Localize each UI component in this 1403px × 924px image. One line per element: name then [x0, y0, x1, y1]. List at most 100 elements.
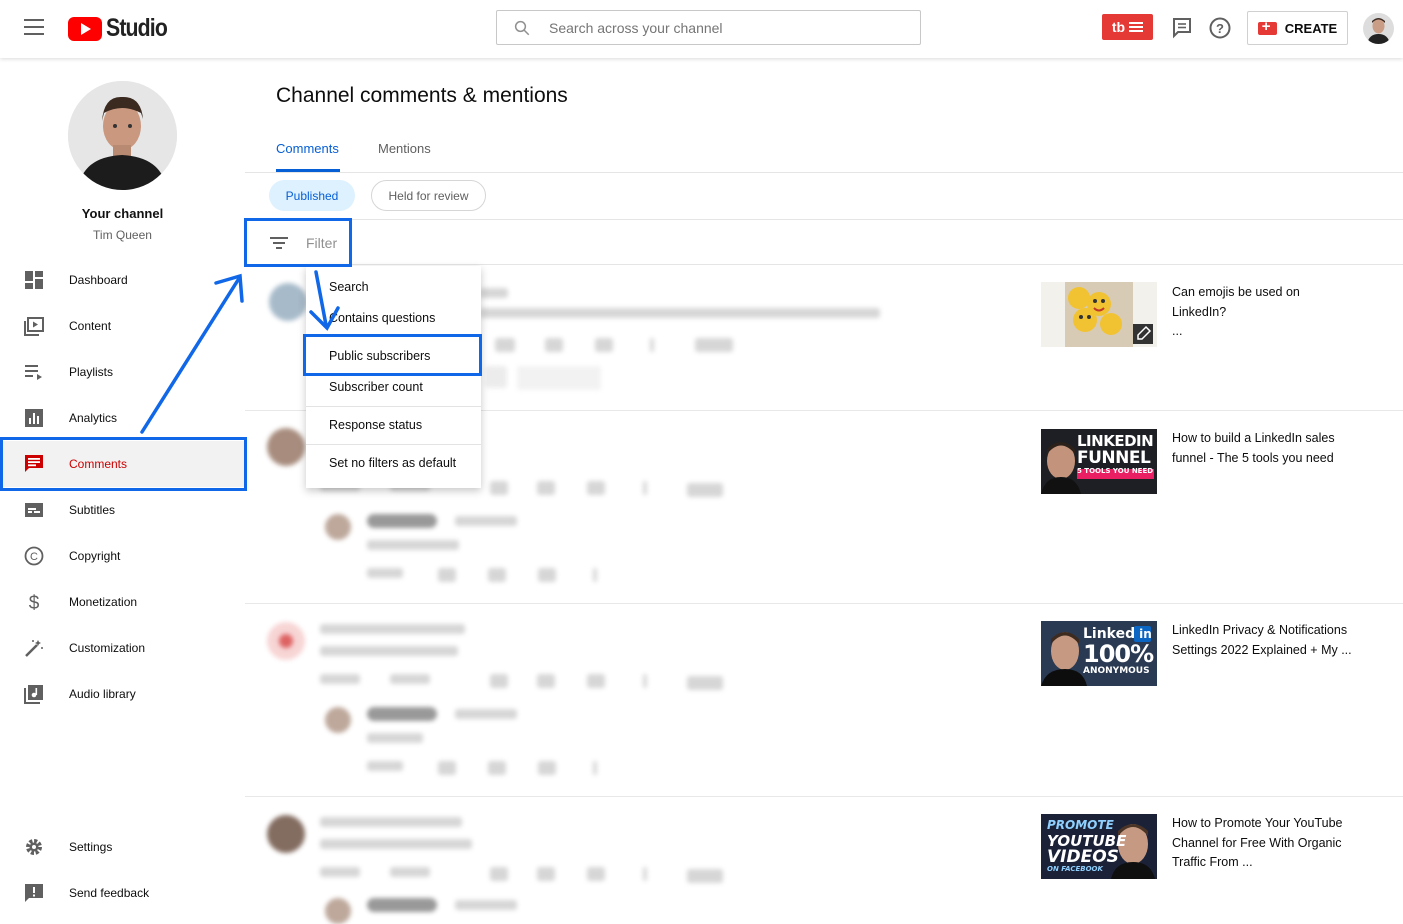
- list-item: [587, 674, 605, 688]
- commenter-avatar[interactable]: [267, 428, 305, 466]
- reply-avatar[interactable]: [325, 898, 351, 924]
- list-item: [643, 674, 647, 688]
- sidebar-item-label: Analytics: [69, 411, 118, 425]
- sidebar-item-label: Send feedback: [69, 886, 150, 900]
- video-title[interactable]: How to Promote Your YouTube Channel for …: [1172, 814, 1352, 873]
- studio-logo[interactable]: Studio: [68, 14, 178, 43]
- video-title[interactable]: How to build a LinkedIn sales funnel - T…: [1172, 429, 1352, 468]
- video-thumbnail[interactable]: LINKEDIN FUNNEL 5 TOOLS YOU NEED: [1041, 429, 1157, 494]
- thumb-text: 100%: [1083, 640, 1154, 668]
- filter-label[interactable]: Filter: [306, 235, 337, 251]
- tab-mentions[interactable]: Mentions: [378, 141, 431, 156]
- sidebar-item-playlists[interactable]: Playlists: [0, 349, 245, 395]
- playlists-icon: [25, 365, 42, 380]
- svg-text:?: ?: [1216, 21, 1224, 36]
- list-item: [367, 761, 403, 771]
- menu-item-subscriber-count[interactable]: Subscriber count: [306, 371, 481, 403]
- sidebar-item-settings[interactable]: Settings: [0, 824, 245, 870]
- monetization-icon: $: [29, 593, 40, 612]
- menu-icon[interactable]: [24, 19, 44, 37]
- list-item: [517, 366, 601, 390]
- list-item: [320, 646, 458, 656]
- video-thumbnail[interactable]: PROMOTE YOUTUBE VIDEOS ON FACEBOOK: [1041, 814, 1157, 879]
- list-item: [367, 707, 437, 721]
- sidebar-item-monetization[interactable]: $ Monetization: [0, 579, 245, 625]
- top-app-bar: Studio tb ? CREATE: [0, 0, 1403, 58]
- list-item: [587, 481, 605, 495]
- menu-item-public-subscribers[interactable]: Public subscribers: [306, 340, 481, 372]
- search-input[interactable]: [549, 11, 909, 44]
- menu-item-contains-questions[interactable]: Contains questions: [306, 302, 481, 334]
- sidebar-item-label: Audio library: [69, 687, 136, 701]
- comments-icon: [25, 455, 43, 472]
- sidebar-item-send-feedback[interactable]: Send feedback: [0, 870, 245, 916]
- sidebar-item-dashboard[interactable]: Dashboard: [0, 257, 245, 303]
- active-tab-indicator: [276, 169, 340, 172]
- tubebuddy-button[interactable]: tb: [1102, 14, 1153, 40]
- chip-held-for-review[interactable]: Held for review: [371, 180, 486, 211]
- audio-library-icon: [24, 685, 43, 704]
- chip-published[interactable]: Published: [269, 180, 355, 211]
- thumb-text: PROMOTE: [1047, 818, 1114, 832]
- edit-icon: [1133, 324, 1153, 344]
- account-avatar[interactable]: [1363, 13, 1394, 44]
- subtitles-icon: [25, 503, 43, 517]
- list-item: [390, 674, 430, 684]
- list-item: [480, 308, 880, 318]
- commenter-avatar-dot: [279, 634, 293, 648]
- sidebar-item-comments[interactable]: Comments: [0, 441, 245, 487]
- list-item: [695, 338, 733, 352]
- messages-icon[interactable]: [1170, 16, 1194, 40]
- video-title[interactable]: LinkedIn Privacy & Notifications Setting…: [1172, 621, 1352, 660]
- list-item: [643, 481, 647, 495]
- video-thumbnail[interactable]: Linked in 100% ANONYMOUS: [1041, 621, 1157, 686]
- sidebar-item-label: Dashboard: [69, 273, 128, 287]
- feedback-icon: [25, 884, 43, 902]
- thumb-text: VIDEOS: [1047, 847, 1119, 867]
- reply-avatar[interactable]: [325, 514, 351, 540]
- tab-comments[interactable]: Comments: [276, 141, 339, 156]
- sidebar-item-analytics[interactable]: Analytics: [0, 395, 245, 441]
- video-thumbnail[interactable]: [1041, 282, 1157, 347]
- list-item: [480, 288, 508, 298]
- list-item: [367, 540, 459, 550]
- list-item: [367, 568, 403, 578]
- list-item: [587, 867, 605, 881]
- reply-avatar[interactable]: [325, 707, 351, 733]
- menu-item-set-no-filters-default[interactable]: Set no filters as default: [306, 447, 481, 479]
- sidebar-item-label: Subtitles: [69, 503, 116, 517]
- sidebar-item-audio-library[interactable]: Audio library: [0, 671, 245, 717]
- create-button[interactable]: CREATE: [1247, 11, 1348, 45]
- list-item: [367, 898, 437, 912]
- menu-item-search[interactable]: Search: [306, 271, 481, 303]
- search-box[interactable]: [496, 10, 921, 45]
- sidebar-item-copyright[interactable]: C Copyright: [0, 533, 245, 579]
- video-title[interactable]: Can emojis be used on LinkedIn? ...: [1172, 283, 1352, 342]
- sidebar-item-subtitles[interactable]: Subtitles: [0, 487, 245, 533]
- video-title-text: Can emojis be used on LinkedIn?: [1172, 285, 1300, 319]
- commenter-avatar[interactable]: [267, 815, 305, 853]
- list-item: [593, 761, 597, 775]
- help-icon[interactable]: ?: [1208, 16, 1232, 40]
- filter-icon[interactable]: [269, 235, 289, 251]
- list-item: [455, 709, 517, 719]
- menu-divider: [306, 444, 481, 445]
- channel-avatar[interactable]: [68, 81, 177, 190]
- sidebar-item-customization[interactable]: Customization: [0, 625, 245, 671]
- list-item: [545, 338, 563, 352]
- list-item: [538, 568, 556, 582]
- dashboard-icon: [25, 271, 43, 289]
- filter-bar[interactable]: [245, 219, 1403, 265]
- list-item: [320, 674, 360, 684]
- menu-item-response-status[interactable]: Response status: [306, 409, 481, 441]
- list-item: [320, 867, 360, 877]
- commenter-avatar[interactable]: [269, 283, 307, 321]
- list-item: [537, 674, 555, 688]
- list-item: [687, 676, 723, 690]
- sidebar-item-content[interactable]: Content: [0, 303, 245, 349]
- list-item: [438, 568, 456, 582]
- list-item: [537, 867, 555, 881]
- list-item: [687, 483, 723, 497]
- create-label: CREATE: [1284, 20, 1338, 36]
- list-item: [687, 869, 723, 883]
